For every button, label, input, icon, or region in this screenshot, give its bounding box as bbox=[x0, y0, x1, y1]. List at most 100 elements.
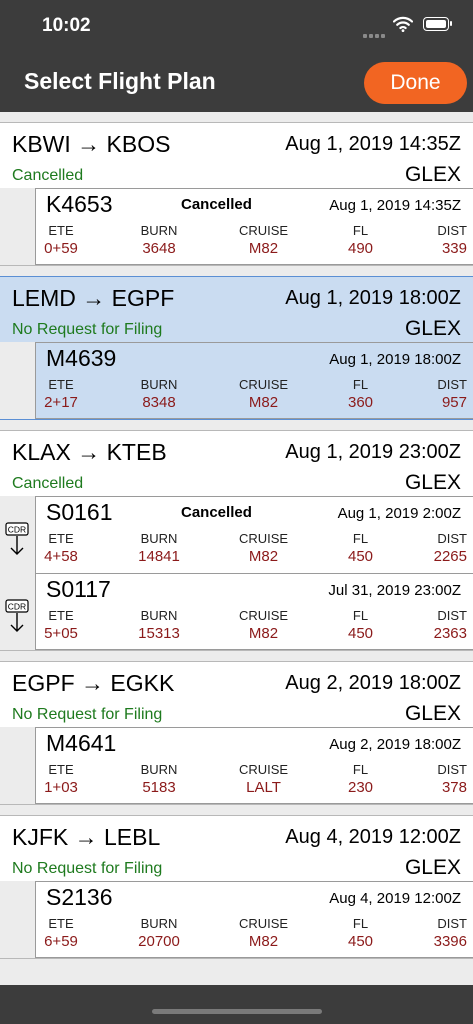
flight-plan-card[interactable]: M4639 Aug 1, 2019 18:00Z ETE 2+17 BURN 834… bbox=[35, 342, 473, 419]
plan-date: Aug 1, 2019 14:35Z bbox=[329, 197, 461, 214]
group-date: Aug 4, 2019 12:00Z bbox=[285, 826, 461, 848]
aircraft-type: GLEX bbox=[404, 471, 461, 494]
plan-date: Aug 1, 2019 2:00Z bbox=[337, 505, 461, 522]
group-date: Aug 1, 2019 23:00Z bbox=[285, 441, 461, 463]
bottom-bar bbox=[0, 985, 473, 1024]
battery-icon bbox=[423, 17, 452, 31]
route-label: KJFK → LEBL bbox=[12, 824, 161, 850]
burn-stat: BURN 15313 bbox=[138, 608, 180, 642]
aircraft-type: GLEX bbox=[404, 163, 461, 186]
flight-group: EGPF → EGKK Aug 2, 2019 18:00Z No Reques… bbox=[0, 661, 473, 805]
burn-stat: BURN 5183 bbox=[140, 762, 178, 796]
wifi-icon bbox=[393, 16, 413, 32]
filing-status: No Request for Filing bbox=[12, 706, 163, 723]
done-button[interactable]: Done bbox=[364, 62, 467, 104]
group-date: Aug 1, 2019 18:00Z bbox=[285, 287, 461, 309]
plan-date: Jul 31, 2019 23:00Z bbox=[328, 582, 461, 599]
filing-status: No Request for Filing bbox=[12, 321, 163, 338]
fl-stat: FL 490 bbox=[347, 223, 374, 257]
home-indicator[interactable] bbox=[152, 1009, 322, 1014]
plan-status: Cancelled bbox=[181, 504, 252, 521]
filing-status: Cancelled bbox=[12, 167, 84, 184]
flight-group: KLAX → KTEB Aug 1, 2019 23:00Z Cancelled… bbox=[0, 430, 473, 651]
plan-status: Cancelled bbox=[181, 196, 252, 213]
cruise-stat: CRUISE M82 bbox=[238, 223, 289, 257]
fl-stat: FL 450 bbox=[347, 916, 374, 950]
status-bar: 10:02 bbox=[0, 0, 473, 50]
route-label: LEMD → EGPF bbox=[12, 285, 175, 311]
flight-plan-row: M4641 Aug 2, 2019 18:00Z ETE 1+03 BURN 518… bbox=[0, 727, 473, 804]
filing-status: Cancelled bbox=[12, 475, 84, 492]
plan-id: S0161 bbox=[46, 499, 113, 525]
cdr-download-icon[interactable]: CDR bbox=[5, 522, 29, 558]
flight-group: KJFK → LEBL Aug 4, 2019 12:00Z No Reques… bbox=[0, 815, 473, 959]
plan-date: Aug 4, 2019 12:00Z bbox=[329, 890, 461, 907]
filing-status: No Request for Filing bbox=[12, 860, 163, 877]
cruise-stat: CRUISE M82 bbox=[238, 608, 289, 642]
burn-stat: BURN 3648 bbox=[140, 223, 178, 257]
flight-plan-row: S2136 Aug 4, 2019 12:00Z ETE 6+59 BURN 207… bbox=[0, 881, 473, 958]
flight-plan-row: S0161 Cancelled Aug 1, 2019 2:00Z ETE 4+5… bbox=[0, 496, 473, 573]
flight-plan-list[interactable]: KBWI → KBOS Aug 1, 2019 14:35Z Cancelled… bbox=[0, 112, 473, 985]
flight-group-header[interactable]: KBWI → KBOS Aug 1, 2019 14:35Z Cancelled… bbox=[0, 123, 473, 188]
ete-stat: ETE 2+17 bbox=[44, 377, 78, 411]
flight-plan-row: M4639 Aug 1, 2019 18:00Z ETE 2+17 BURN 834… bbox=[0, 342, 473, 419]
plan-id: S0117 bbox=[46, 576, 111, 602]
plan-date: Aug 1, 2019 18:00Z bbox=[329, 351, 461, 368]
plan-id: M4641 bbox=[46, 730, 117, 756]
dist-stat: DIST 339 bbox=[437, 223, 467, 257]
fl-stat: FL 450 bbox=[347, 608, 374, 642]
aircraft-type: GLEX bbox=[404, 856, 461, 879]
plan-id: K4653 bbox=[46, 191, 113, 217]
route-label: KBWI → KBOS bbox=[12, 131, 171, 157]
flight-group-header[interactable]: EGPF → EGKK Aug 2, 2019 18:00Z No Reques… bbox=[0, 662, 473, 727]
dist-stat: DIST 957 bbox=[437, 377, 467, 411]
ete-stat: ETE 1+03 bbox=[44, 762, 78, 796]
burn-stat: BURN 20700 bbox=[138, 916, 180, 950]
flight-group: LEMD → EGPF Aug 1, 2019 18:00Z No Reques… bbox=[0, 276, 473, 420]
fl-stat: FL 360 bbox=[347, 377, 374, 411]
flight-plan-row: S0117 Jul 31, 2019 23:00Z ETE 5+05 BURN 15… bbox=[0, 573, 473, 650]
ete-stat: ETE 6+59 bbox=[44, 916, 78, 950]
group-date: Aug 2, 2019 18:00Z bbox=[285, 672, 461, 694]
dist-stat: DIST 2265 bbox=[433, 531, 467, 565]
flight-group-header[interactable]: LEMD → EGPF Aug 1, 2019 18:00Z No Reques… bbox=[0, 277, 473, 342]
cruise-stat: CRUISE M82 bbox=[238, 377, 289, 411]
ete-stat: ETE 5+05 bbox=[44, 608, 78, 642]
aircraft-type: GLEX bbox=[404, 317, 461, 340]
plan-date: Aug 2, 2019 18:00Z bbox=[329, 736, 461, 753]
burn-stat: BURN 8348 bbox=[140, 377, 178, 411]
plan-id: S2136 bbox=[46, 884, 113, 910]
flight-plan-card[interactable]: S0117 Jul 31, 2019 23:00Z ETE 5+05 BURN 15… bbox=[35, 573, 473, 650]
flight-plan-row: K4653 Cancelled Aug 1, 2019 14:35Z ETE 0+… bbox=[0, 188, 473, 265]
flight-group-header[interactable]: KJFK → LEBL Aug 4, 2019 12:00Z No Reques… bbox=[0, 816, 473, 881]
fl-stat: FL 450 bbox=[347, 531, 374, 565]
ete-stat: ETE 4+58 bbox=[44, 531, 78, 565]
plan-id: M4639 bbox=[46, 345, 117, 371]
ete-stat: ETE 0+59 bbox=[44, 223, 78, 257]
group-date: Aug 1, 2019 14:35Z bbox=[285, 133, 461, 155]
route-label: KLAX → KTEB bbox=[12, 439, 167, 465]
dist-stat: DIST 378 bbox=[437, 762, 467, 796]
flight-plan-card[interactable]: S2136 Aug 4, 2019 12:00Z ETE 6+59 BURN 207… bbox=[35, 881, 473, 958]
cruise-stat: CRUISE M82 bbox=[238, 916, 289, 950]
flight-group: KBWI → KBOS Aug 1, 2019 14:35Z Cancelled… bbox=[0, 122, 473, 266]
cruise-stat: CRUISE LALT bbox=[238, 762, 289, 796]
status-time: 10:02 bbox=[42, 15, 91, 36]
cellular-signal-icon bbox=[363, 25, 387, 43]
dist-stat: DIST 3396 bbox=[433, 916, 467, 950]
page-title: Select Flight Plan bbox=[24, 68, 216, 94]
flight-plan-card[interactable]: K4653 Cancelled Aug 1, 2019 14:35Z ETE 0+… bbox=[35, 188, 473, 265]
burn-stat: BURN 14841 bbox=[138, 531, 180, 565]
cdr-download-icon[interactable]: CDR bbox=[5, 599, 29, 635]
aircraft-type: GLEX bbox=[404, 702, 461, 725]
svg-text:CDR: CDR bbox=[8, 525, 26, 535]
svg-text:CDR: CDR bbox=[8, 602, 26, 612]
flight-plan-card[interactable]: S0161 Cancelled Aug 1, 2019 2:00Z ETE 4+5… bbox=[35, 496, 473, 573]
cruise-stat: CRUISE M82 bbox=[238, 531, 289, 565]
fl-stat: FL 230 bbox=[347, 762, 374, 796]
flight-plan-card[interactable]: M4641 Aug 2, 2019 18:00Z ETE 1+03 BURN 518… bbox=[35, 727, 473, 804]
flight-group-header[interactable]: KLAX → KTEB Aug 1, 2019 23:00Z Cancelled… bbox=[0, 431, 473, 496]
dist-stat: DIST 2363 bbox=[433, 608, 467, 642]
route-label: EGPF → EGKK bbox=[12, 670, 175, 696]
